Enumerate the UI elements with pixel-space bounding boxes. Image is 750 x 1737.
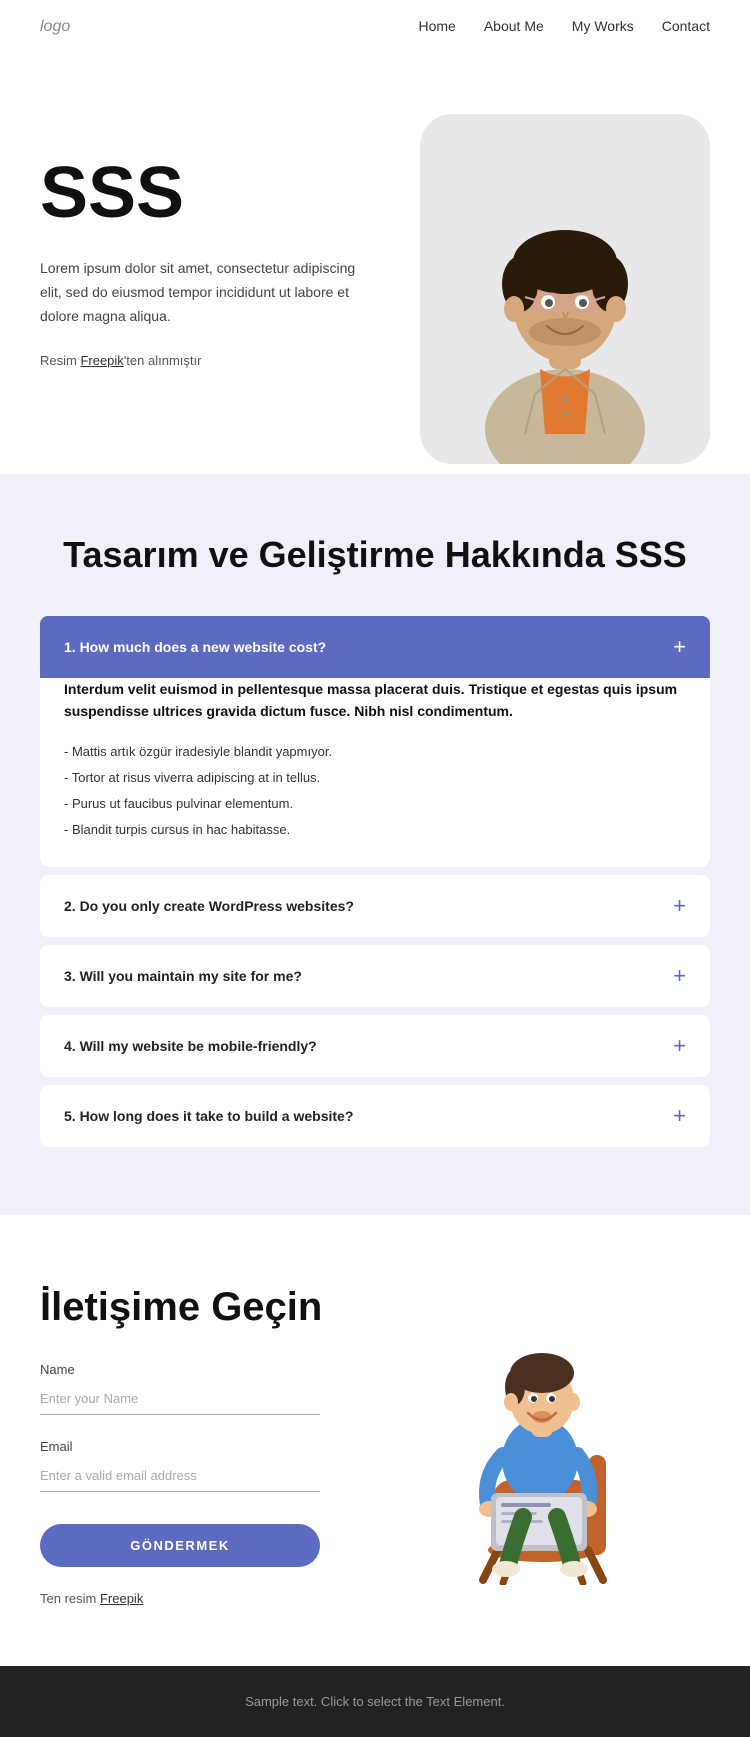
contact-credit: Ten resim Freepik <box>40 1591 375 1606</box>
hero-credit-link[interactable]: Freepik <box>80 353 123 368</box>
contact-right <box>375 1285 710 1585</box>
name-input[interactable] <box>40 1383 320 1415</box>
contact-left: İletişime Geçin Name Email GÖNDERMEK Ten… <box>40 1285 375 1606</box>
faq-item-2: 2. Do you only create WordPress websites… <box>40 875 710 937</box>
faq-plus-icon-1: + <box>673 636 686 658</box>
list-item: Mattis artık özgür iradesiyle blandit ya… <box>64 739 686 765</box>
faq-plus-icon-3: + <box>673 965 686 987</box>
submit-button[interactable]: GÖNDERMEK <box>40 1524 320 1567</box>
contact-credit-link[interactable]: Freepik <box>100 1591 143 1606</box>
hero-description: Lorem ipsum dolor sit amet, consectetur … <box>40 257 360 328</box>
faq-answer-1: Interdum velit euismod in pellentesque m… <box>40 678 710 867</box>
nav-contact[interactable]: Contact <box>662 18 710 34</box>
nav-about-me[interactable]: About Me <box>484 18 544 34</box>
logo: logo <box>40 18 70 36</box>
footer: Sample text. Click to select the Text El… <box>0 1666 750 1737</box>
contact-title: İletişime Geçin <box>40 1285 375 1330</box>
footer-text: Sample text. Click to select the Text El… <box>40 1694 710 1709</box>
list-item: Tortor at risus viverra adipiscing at in… <box>64 765 686 791</box>
faq-question-text-2: 2. Do you only create WordPress websites… <box>64 898 354 914</box>
email-label: Email <box>40 1439 375 1454</box>
faq-item-1: 1. How much does a new website cost? + I… <box>40 616 710 867</box>
contact-section: İletişime Geçin Name Email GÖNDERMEK Ten… <box>0 1215 750 1666</box>
email-input[interactable] <box>40 1460 320 1492</box>
faq-question-text-1: 1. How much does a new website cost? <box>64 639 326 655</box>
hero-image <box>420 114 710 464</box>
hero-credit: Resim Freepik'ten alınmıştır <box>40 353 375 368</box>
hero-credit-prefix: Resim <box>40 353 80 368</box>
hero-section: SSS Lorem ipsum dolor sit amet, consecte… <box>0 54 750 474</box>
email-form-group: Email <box>40 1439 375 1492</box>
hero-person-illustration <box>435 144 695 464</box>
faq-answer-bold-1: Interdum velit euismod in pellentesque m… <box>64 678 686 723</box>
faq-question-2[interactable]: 2. Do you only create WordPress websites… <box>40 875 710 937</box>
faq-item-4: 4. Will my website be mobile-friendly? + <box>40 1015 710 1077</box>
faq-question-4[interactable]: 4. Will my website be mobile-friendly? + <box>40 1015 710 1077</box>
faq-question-text-4: 4. Will my website be mobile-friendly? <box>64 1038 317 1054</box>
faq-question-3[interactable]: 3. Will you maintain my site for me? + <box>40 945 710 1007</box>
navbar: logo Home About Me My Works Contact <box>0 0 750 54</box>
list-item: Purus ut faucibus pulvinar elementum. <box>64 791 686 817</box>
faq-question-1[interactable]: 1. How much does a new website cost? + <box>40 616 710 678</box>
hero-left: SSS Lorem ipsum dolor sit amet, consecte… <box>40 114 375 368</box>
faq-plus-icon-2: + <box>673 895 686 917</box>
hero-right <box>375 114 710 464</box>
name-label: Name <box>40 1362 375 1377</box>
faq-plus-icon-5: + <box>673 1105 686 1127</box>
faq-item-5: 5. How long does it take to build a webs… <box>40 1085 710 1147</box>
nav-links: Home About Me My Works Contact <box>418 18 710 36</box>
nav-my-works[interactable]: My Works <box>572 18 634 34</box>
faq-plus-icon-4: + <box>673 1035 686 1057</box>
hero-credit-suffix: 'ten alınmıştır <box>124 353 202 368</box>
faq-title: Tasarım ve Geliştirme Hakkında SSS <box>40 534 710 576</box>
name-form-group: Name <box>40 1362 375 1415</box>
faq-question-5[interactable]: 5. How long does it take to build a webs… <box>40 1085 710 1147</box>
hero-title: SSS <box>40 154 375 233</box>
faq-section: Tasarım ve Geliştirme Hakkında SSS 1. Ho… <box>0 474 750 1215</box>
faq-answer-list-1: Mattis artık özgür iradesiyle blandit ya… <box>64 739 686 843</box>
list-item: Blandit turpis cursus in hac habitasse. <box>64 817 686 843</box>
contact-credit-prefix: Ten resim <box>40 1591 100 1606</box>
faq-item-3: 3. Will you maintain my site for me? + <box>40 945 710 1007</box>
faq-question-text-5: 5. How long does it take to build a webs… <box>64 1108 353 1124</box>
contact-person-illustration <box>433 1305 653 1585</box>
faq-question-text-3: 3. Will you maintain my site for me? <box>64 968 302 984</box>
nav-home[interactable]: Home <box>418 18 455 34</box>
